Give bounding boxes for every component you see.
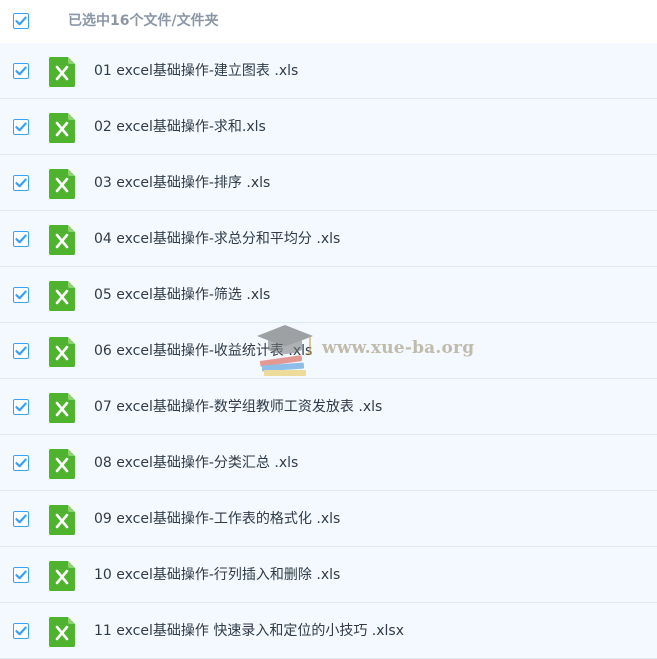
file-name: 02 excel基础操作-求和.xls <box>94 119 266 135</box>
file-row[interactable]: 09 excel基础操作-工作表的格式化 .xls <box>0 491 657 547</box>
file-checkbox[interactable] <box>13 119 29 135</box>
file-name: 05 excel基础操作-筛选 .xls <box>94 287 271 303</box>
excel-file-icon <box>49 337 75 367</box>
file-checkbox[interactable] <box>13 287 29 303</box>
excel-file-icon <box>49 561 75 591</box>
file-row[interactable]: 11 excel基础操作 快速录入和定位的小技巧 .xlsx <box>0 603 657 659</box>
file-name: 10 excel基础操作-行列插入和删除 .xls <box>94 567 341 583</box>
file-row[interactable]: 10 excel基础操作-行列插入和删除 .xls <box>0 547 657 603</box>
graduation-cap-icon <box>257 325 313 376</box>
file-checkbox[interactable] <box>13 455 29 471</box>
check-icon <box>15 570 27 580</box>
selection-count-label: 已选中16个文件/文件夹 <box>68 13 219 29</box>
selection-header: 已选中16个文件/文件夹 <box>0 0 657 43</box>
file-checkbox[interactable] <box>13 63 29 79</box>
excel-file-icon <box>49 505 75 535</box>
file-row[interactable]: 08 excel基础操作-分类汇总 .xls <box>0 435 657 491</box>
excel-file-icon <box>49 393 75 423</box>
file-row[interactable]: 05 excel基础操作-筛选 .xls <box>0 267 657 323</box>
excel-file-icon <box>49 281 75 311</box>
file-name: 03 excel基础操作-排序 .xls <box>94 175 271 191</box>
file-name: 08 excel基础操作-分类汇总 .xls <box>94 455 299 471</box>
watermark: www.xue-ba.org <box>252 320 475 380</box>
excel-file-icon <box>49 449 75 479</box>
excel-file-icon <box>49 617 75 647</box>
file-name: 04 excel基础操作-求总分和平均分 .xls <box>94 231 341 247</box>
file-checkbox[interactable] <box>13 511 29 527</box>
file-name: 11 excel基础操作 快速录入和定位的小技巧 .xlsx <box>94 623 404 639</box>
check-icon <box>15 178 27 188</box>
file-name: 07 excel基础操作-数学组教师工资发放表 .xls <box>94 399 383 415</box>
file-checkbox[interactable] <box>13 623 29 639</box>
check-icon <box>15 122 27 132</box>
file-checkbox[interactable] <box>13 175 29 191</box>
file-row[interactable]: 02 excel基础操作-求和.xls <box>0 99 657 155</box>
file-row[interactable]: 04 excel基础操作-求总分和平均分 .xls <box>0 211 657 267</box>
select-all-checkbox[interactable] <box>13 13 29 29</box>
file-checkbox[interactable] <box>13 343 29 359</box>
file-checkbox[interactable] <box>13 231 29 247</box>
excel-file-icon <box>49 113 75 143</box>
file-checkbox[interactable] <box>13 567 29 583</box>
check-icon <box>15 234 27 244</box>
excel-file-icon <box>49 169 75 199</box>
excel-file-icon <box>49 225 75 255</box>
excel-file-icon <box>49 57 75 87</box>
file-row[interactable]: 03 excel基础操作-排序 .xls <box>0 155 657 211</box>
file-row[interactable]: 07 excel基础操作-数学组教师工资发放表 .xls <box>0 379 657 435</box>
file-name: 09 excel基础操作-工作表的格式化 .xls <box>94 511 341 527</box>
check-icon <box>15 66 27 76</box>
check-icon <box>15 290 27 300</box>
check-icon <box>15 514 27 524</box>
file-selection-panel: 已选中16个文件/文件夹 01 excel基础操作-建立图表 .xls 02 e… <box>0 0 657 659</box>
file-row[interactable]: 01 excel基础操作-建立图表 .xls <box>0 43 657 99</box>
file-checkbox[interactable] <box>13 399 29 415</box>
file-name: 01 excel基础操作-建立图表 .xls <box>94 63 299 79</box>
check-icon <box>15 346 27 356</box>
check-icon <box>15 402 27 412</box>
check-icon <box>15 16 27 26</box>
check-icon <box>15 626 27 636</box>
watermark-text: www.xue-ba.org <box>322 338 475 358</box>
check-icon <box>15 458 27 468</box>
